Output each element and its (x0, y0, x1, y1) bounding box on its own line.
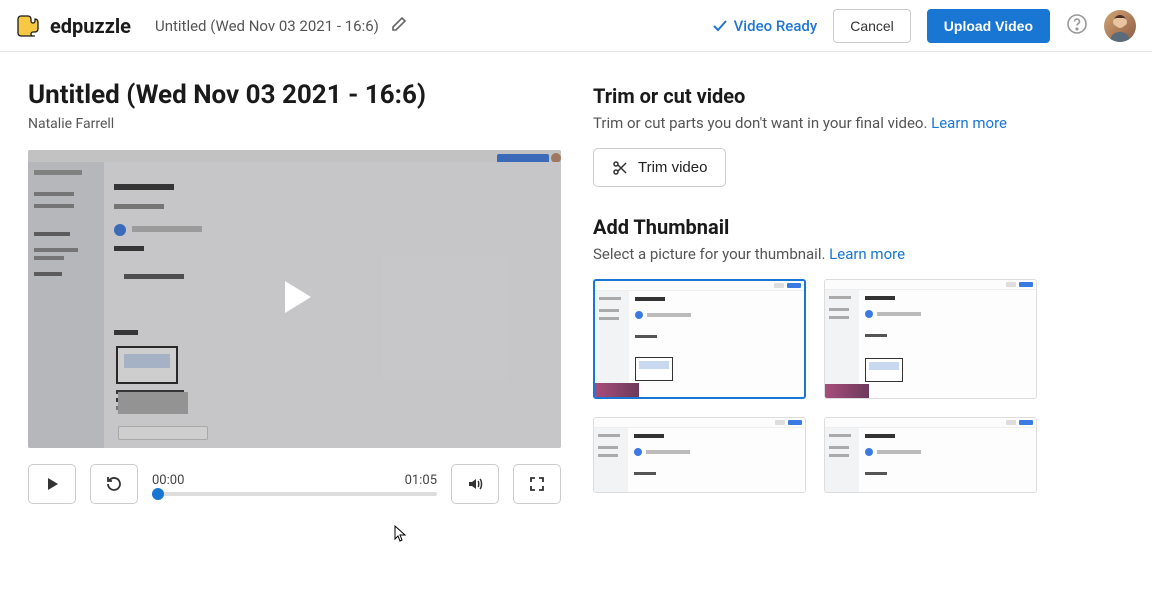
scissors-icon (612, 160, 628, 176)
puzzle-icon (16, 13, 42, 39)
edit-title-icon[interactable] (391, 16, 407, 36)
thumbnail-option-4[interactable] (824, 417, 1037, 493)
video-controls: 00:00 01:05 (28, 464, 561, 504)
video-ready-status: Video Ready (712, 17, 818, 35)
trim-section: Trim or cut video Trim or cut parts you … (593, 84, 1124, 187)
main-content: Untitled (Wed Nov 03 2021 - 16:6) Natali… (0, 52, 1152, 521)
thumbnail-learn-more-link[interactable]: Learn more (829, 245, 905, 263)
thumbnail-grid (593, 279, 1124, 493)
mouse-cursor-icon (394, 525, 408, 543)
progress-bar[interactable] (152, 492, 437, 496)
header-actions: Video Ready Cancel Upload Video (712, 9, 1136, 43)
play-button[interactable] (28, 464, 76, 504)
brand-name: edpuzzle (50, 14, 131, 38)
volume-button[interactable] (451, 464, 499, 504)
upload-video-button[interactable]: Upload Video (927, 9, 1050, 43)
duration: 01:05 (405, 473, 437, 488)
progress-wrap: 00:00 01:05 (152, 473, 437, 496)
current-time: 00:00 (152, 473, 184, 488)
fullscreen-button[interactable] (513, 464, 561, 504)
video-preview[interactable] (28, 150, 561, 448)
thumbnail-option-3[interactable] (593, 417, 806, 493)
trim-learn-more-link[interactable]: Learn more (931, 114, 1007, 132)
header-title-wrap: Untitled (Wed Nov 03 2021 - 16:6) (155, 16, 712, 36)
app-header: edpuzzle Untitled (Wed Nov 03 2021 - 16:… (0, 0, 1152, 52)
header-doc-title: Untitled (Wed Nov 03 2021 - 16:6) (155, 17, 379, 35)
thumbnail-section: Add Thumbnail Select a picture for your … (593, 215, 1124, 493)
page-title: Untitled (Wed Nov 03 2021 - 16:6) (28, 80, 561, 110)
replay-button[interactable] (90, 464, 138, 504)
trim-desc: Trim or cut parts you don't want in your… (593, 114, 1124, 132)
user-avatar[interactable] (1104, 10, 1136, 42)
right-column: Trim or cut video Trim or cut parts you … (593, 80, 1124, 521)
left-column: Untitled (Wed Nov 03 2021 - 16:6) Natali… (28, 80, 561, 521)
check-icon (712, 18, 728, 34)
cancel-button[interactable]: Cancel (833, 9, 911, 43)
help-icon[interactable] (1066, 13, 1088, 39)
thumbnail-option-1[interactable] (593, 279, 806, 399)
page-author: Natalie Farrell (28, 116, 561, 132)
trim-heading: Trim or cut video (593, 84, 1124, 108)
play-overlay-icon[interactable] (267, 269, 323, 329)
thumbnail-heading: Add Thumbnail (593, 215, 1124, 239)
thumbnail-option-2[interactable] (824, 279, 1037, 399)
thumbnail-desc: Select a picture for your thumbnail. Lea… (593, 245, 1124, 263)
trim-video-button[interactable]: Trim video (593, 148, 726, 187)
brand-logo[interactable]: edpuzzle (16, 13, 131, 39)
